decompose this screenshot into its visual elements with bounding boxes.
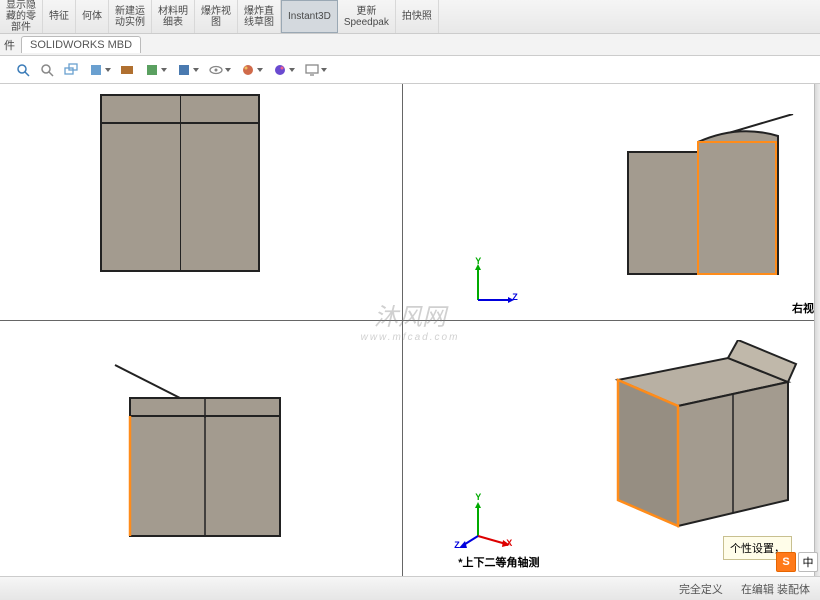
task-pane-edge[interactable] xyxy=(814,84,820,576)
display-style-icon[interactable] xyxy=(142,61,168,79)
ribbon-new-motion[interactable]: 新建运 动实例 xyxy=(109,0,152,33)
screen-icon[interactable] xyxy=(302,61,328,79)
pane-right[interactable]: Y Z 右视 xyxy=(418,84,820,320)
tab-prefix: 件 xyxy=(4,37,21,53)
ribbon: 显示隐 藏的零 部件 特征 何体 新建运 动实例 材料明 细表 爆炸视 图 爆炸… xyxy=(0,0,820,34)
status-bar: 完全定义 在编辑 装配体 xyxy=(0,576,820,600)
status-define: 完全定义 xyxy=(675,581,727,597)
ime-sogou-icon[interactable]: S xyxy=(776,552,796,572)
pane-front[interactable] xyxy=(0,84,402,320)
tab-solidworks-mbd[interactable]: SOLIDWORKS MBD xyxy=(21,36,141,53)
section-icon[interactable] xyxy=(118,61,136,79)
appearance-icon[interactable] xyxy=(270,61,296,79)
ribbon-feature[interactable]: 特征 xyxy=(43,0,76,33)
rotate-icon[interactable] xyxy=(86,61,112,79)
render-icon[interactable] xyxy=(174,61,200,79)
viewport-divider-horizontal[interactable] xyxy=(0,320,820,321)
viewport[interactable]: Y Z 右视 xyxy=(0,84,820,576)
view-label-iso: *上下二等角轴测 xyxy=(458,554,539,570)
triad-icon: Y Z xyxy=(468,260,518,310)
status-mode: 在编辑 装配体 xyxy=(737,581,814,597)
view-toolbar xyxy=(0,56,820,84)
ribbon-exploded-view[interactable]: 爆炸视 图 xyxy=(195,0,238,33)
view-label-right: 右视 xyxy=(792,300,814,316)
ribbon-exploded-sketch[interactable]: 爆炸直 线草图 xyxy=(238,0,281,33)
ime-indicator[interactable]: S 中 xyxy=(776,552,818,572)
ribbon-show-hidden[interactable]: 显示隐 藏的零 部件 xyxy=(0,0,43,33)
magnify-icon[interactable] xyxy=(38,61,56,79)
zoom-fit-icon[interactable] xyxy=(14,61,32,79)
ribbon-body[interactable]: 何体 xyxy=(76,0,109,33)
hide-icon[interactable] xyxy=(206,61,232,79)
scene-icon[interactable] xyxy=(238,61,264,79)
triad-icon: Y X Z xyxy=(458,496,508,546)
pane-front-open[interactable] xyxy=(0,330,402,576)
viewport-divider-vertical[interactable] xyxy=(402,84,403,576)
ime-lang-icon[interactable]: 中 xyxy=(798,552,818,572)
command-tab-bar: 件 SOLIDWORKS MBD xyxy=(0,34,820,56)
ribbon-instant3d[interactable]: Instant3D xyxy=(281,0,338,33)
ribbon-bom[interactable]: 材料明 细表 xyxy=(152,0,195,33)
ribbon-speedpak[interactable]: 更新 Speedpak xyxy=(338,0,396,33)
zoom-area-icon[interactable] xyxy=(62,61,80,79)
ribbon-snapshot[interactable]: 拍快照 xyxy=(396,0,439,33)
